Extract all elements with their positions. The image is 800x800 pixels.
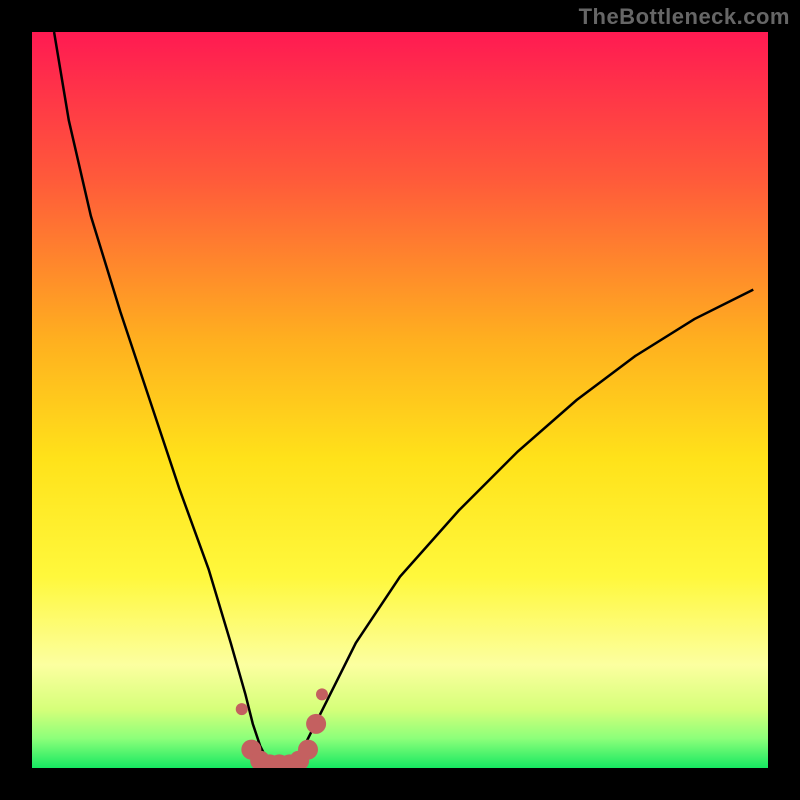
- highlight-dot: [316, 688, 328, 700]
- highlight-dot: [306, 714, 326, 734]
- highlight-dot: [236, 703, 248, 715]
- marker-layer: [32, 32, 768, 768]
- plot-area: [32, 32, 768, 768]
- markers-svg: [32, 32, 768, 768]
- highlight-dot: [298, 740, 318, 760]
- watermark-label: TheBottleneck.com: [579, 4, 790, 30]
- chart-frame: TheBottleneck.com: [0, 0, 800, 800]
